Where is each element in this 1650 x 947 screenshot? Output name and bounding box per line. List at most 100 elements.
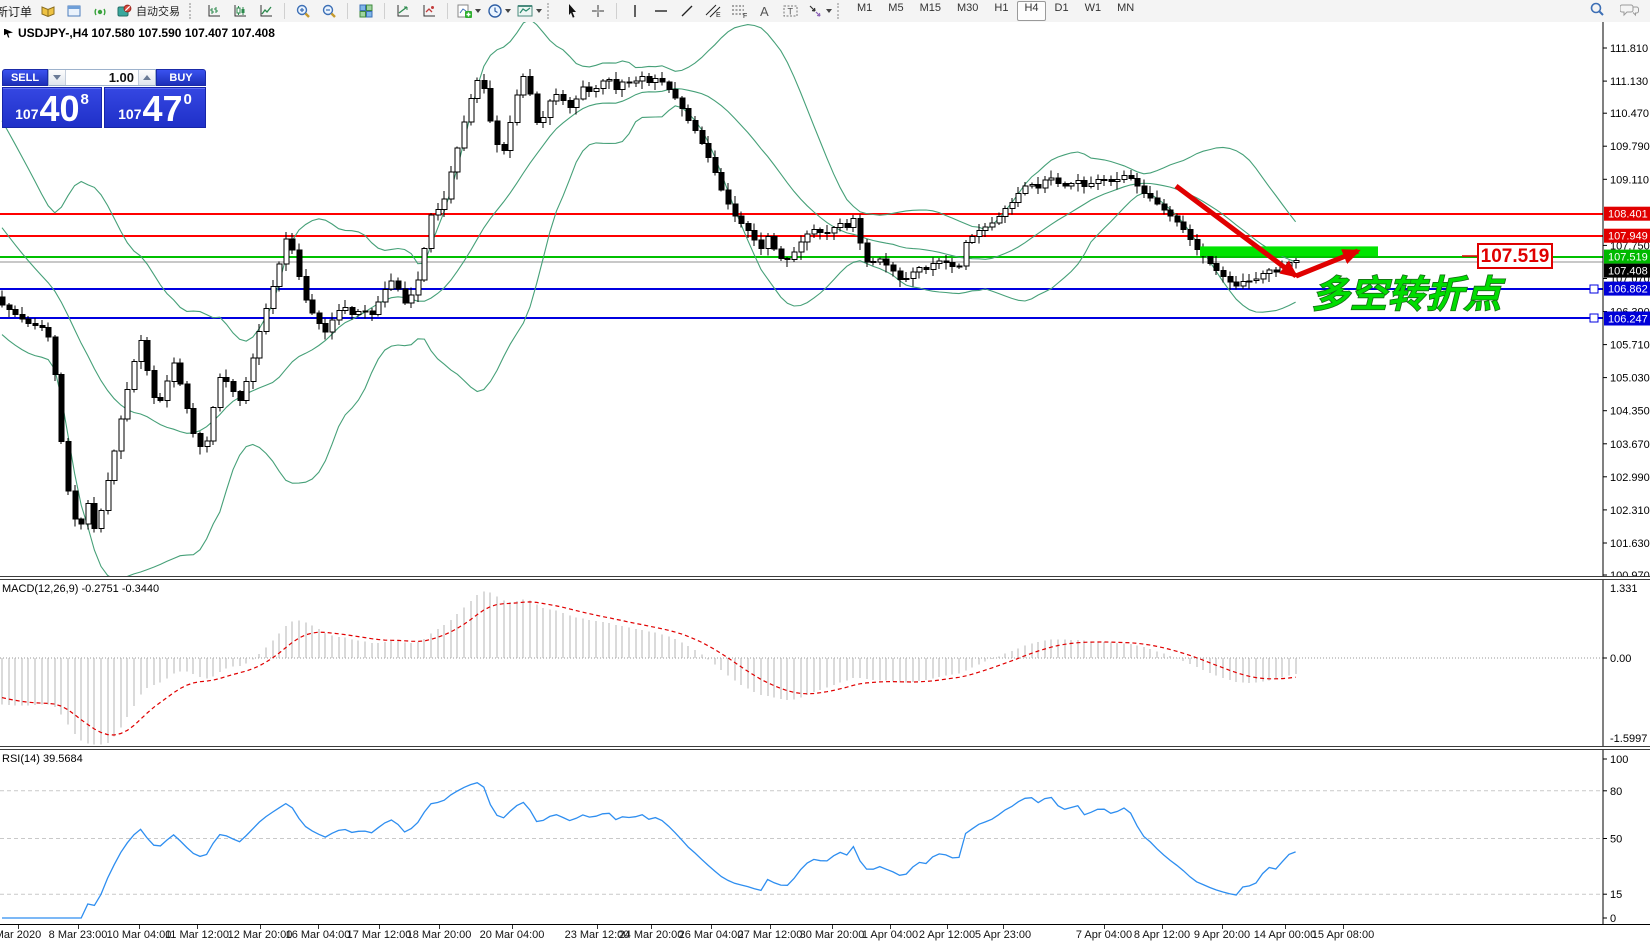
equidistant-channel-icon: E	[704, 3, 722, 19]
indicator-axis-button[interactable]	[390, 1, 416, 21]
buy-price-button[interactable]: 107470	[104, 87, 206, 128]
timeframe-w1[interactable]: W1	[1078, 1, 1109, 21]
price-badge-text: 108.401	[1608, 209, 1648, 221]
bars-chart-button[interactable]	[201, 1, 227, 21]
price-badge-text: 107.408	[1608, 266, 1648, 278]
price-tick: 102.990	[1610, 472, 1650, 484]
macd-axis-max: 1.331	[1610, 583, 1638, 595]
time-label: 30 Mar 20:00	[800, 929, 865, 941]
time-label: 27 Mar 12:00	[738, 929, 803, 941]
buy-button[interactable]: BUY	[156, 69, 206, 86]
time-axis[interactable]: Mar 20208 Mar 23:0010 Mar 04:0011 Mar 12…	[0, 925, 1650, 947]
chart-title: USDJPY-,H4 107.580 107.590 107.407 107.4…	[4, 26, 275, 40]
time-label: 9 Apr 20:00	[1194, 929, 1250, 941]
svg-text:T: T	[788, 7, 794, 17]
horizontal-line-button[interactable]	[648, 1, 674, 21]
toolbar-separator	[347, 3, 348, 19]
sell-button[interactable]: SELL	[2, 69, 48, 86]
text-button[interactable]: A	[752, 1, 778, 21]
timeframe-mn[interactable]: MN	[1110, 1, 1141, 21]
price-badge-text: 106.247	[1608, 314, 1648, 326]
buy-price-sup: 0	[184, 91, 192, 108]
arrows-icon	[807, 3, 824, 19]
volume-increase-button[interactable]	[138, 70, 155, 85]
volume-input[interactable]	[66, 70, 138, 85]
volume-decrease-button[interactable]	[49, 70, 66, 85]
market-watch-button[interactable]	[35, 1, 61, 21]
volume-stepper	[48, 69, 156, 86]
arrows-button[interactable]	[804, 1, 835, 21]
timeframe-d1[interactable]: D1	[1048, 1, 1076, 21]
autotrading-label: 自动交易	[132, 3, 184, 19]
fibonacci-icon: F	[730, 3, 748, 19]
line-handle[interactable]	[1590, 314, 1598, 322]
timeframe-h4[interactable]: H4	[1017, 1, 1045, 21]
price-tick: 109.110	[1610, 174, 1649, 186]
timeframe-m1[interactable]: M1	[850, 1, 879, 21]
network-signal-button[interactable]	[87, 1, 113, 21]
timeframe-m15[interactable]: M15	[913, 1, 948, 21]
price-tick: 111.810	[1610, 43, 1648, 55]
timeframe-m5[interactable]: M5	[881, 1, 910, 21]
time-label: 18 Mar 20:00	[407, 929, 472, 941]
cursor-button[interactable]	[559, 1, 585, 21]
toolbar-separator	[837, 3, 845, 19]
trendline-icon	[679, 3, 695, 19]
tile-windows-button[interactable]	[353, 1, 379, 21]
triangle-up-icon	[143, 75, 151, 80]
search-icon[interactable]	[1589, 1, 1606, 21]
text-label-button[interactable]: T	[778, 1, 804, 21]
price-tick: 105.030	[1610, 373, 1650, 385]
rsi-axis-tick: 0	[1610, 913, 1616, 924]
macd-label: MACD(12,26,9) -0.2751 -0.3440	[2, 583, 159, 595]
tile-windows-icon	[358, 3, 374, 19]
chevron-down-icon	[536, 9, 542, 13]
timeframe-m30[interactable]: M30	[950, 1, 985, 21]
chart-pointer-icon	[4, 29, 13, 38]
chat-icon[interactable]	[1620, 2, 1640, 21]
new-order-button[interactable]: 新订单	[0, 1, 35, 21]
autotrading-button[interactable]: 自动交易	[113, 1, 187, 21]
line-handle[interactable]	[1590, 285, 1598, 293]
chevron-down-icon	[826, 9, 832, 13]
crosshair-button[interactable]	[585, 1, 611, 21]
zoom-in-button[interactable]	[290, 1, 316, 21]
vertical-line-icon	[628, 3, 642, 19]
buy-price-small: 107	[118, 106, 141, 122]
indicator-mark-button[interactable]	[416, 1, 442, 21]
line-chart-button[interactable]	[253, 1, 279, 21]
one-click-trading-panel: SELL BUY 107408 107470	[2, 69, 206, 128]
svg-text:E: E	[716, 12, 721, 19]
price-tick: 103.670	[1610, 439, 1650, 451]
time-label: 12 Mar 20:00	[228, 929, 293, 941]
fibonacci-button[interactable]: F	[726, 1, 752, 21]
chevron-down-icon	[505, 9, 511, 13]
add-indicator-button[interactable]	[453, 1, 484, 21]
timeframe-h1[interactable]: H1	[987, 1, 1015, 21]
indicator-mark-icon	[421, 3, 437, 19]
trendline-button[interactable]	[674, 1, 700, 21]
macd-axis-min: -1.5997	[1610, 733, 1647, 745]
toolbar-separator	[384, 3, 385, 19]
zoom-out-button[interactable]	[316, 1, 342, 21]
sell-price-button[interactable]: 107408	[2, 87, 102, 128]
time-label: 1 Apr 04:00	[862, 929, 918, 941]
time-label: 2 Apr 12:00	[919, 929, 975, 941]
horizontal-line-icon	[653, 4, 669, 18]
rsi-panel: 1008050150RSI(14) 39.5684	[0, 750, 1650, 925]
toolbar-separator	[447, 3, 448, 19]
template-button[interactable]	[514, 1, 545, 21]
svg-text:A: A	[760, 4, 769, 19]
periods-button[interactable]	[484, 1, 514, 21]
text-icon: A	[758, 3, 772, 19]
candles-chart-button[interactable]	[227, 1, 253, 21]
macd-panel: 1.3310.00-1.5997MACD(12,26,9) -0.2751 -0…	[0, 580, 1650, 746]
turning-point-label[interactable]: 多空转折点	[1312, 274, 1506, 315]
vertical-line-button[interactable]	[622, 1, 648, 21]
text-label-icon: T	[782, 3, 800, 19]
chart-title-text: USDJPY-,H4 107.580 107.590 107.407 107.4…	[18, 26, 275, 40]
data-window-button[interactable]	[61, 1, 87, 21]
time-label: 26 Mar 04:00	[679, 929, 744, 941]
time-label: 5 Apr 23:00	[975, 929, 1031, 941]
equidistant-channel-button[interactable]: E	[700, 1, 726, 21]
